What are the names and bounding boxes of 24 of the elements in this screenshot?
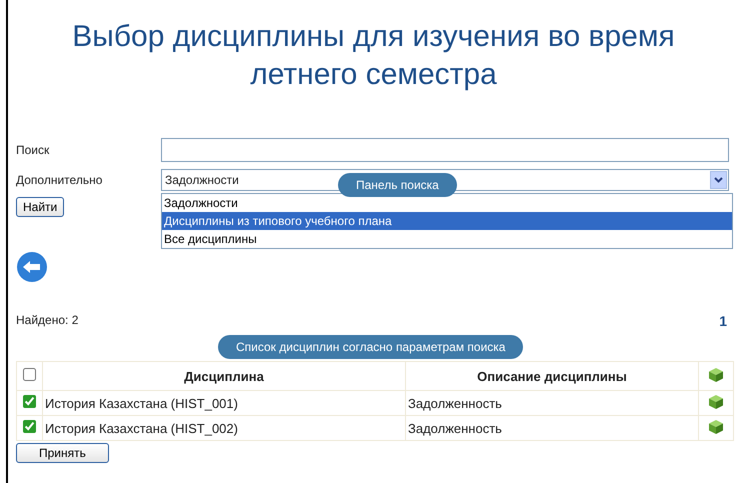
- search-field[interactable]: [161, 138, 729, 162]
- accept-button[interactable]: Принять: [16, 443, 109, 463]
- column-header: Описание дисциплины: [406, 362, 698, 390]
- field-label: Поиск: [16, 143, 50, 157]
- cube-icon: [708, 394, 724, 410]
- select-all-checkbox[interactable]: [23, 368, 36, 381]
- dropdown-option[interactable]: Дисциплины из типового учебного плана: [162, 212, 732, 230]
- callout-label: Панель поиска: [338, 173, 457, 197]
- found-count: Найдено: 2: [16, 313, 78, 329]
- table-cell: Задолженность: [406, 390, 698, 416]
- callout-label: Список дисциплин согласно параметрам поиска: [218, 335, 524, 359]
- table-cell: История Казахстана (HIST_002): [42, 416, 406, 440]
- table-cell: История Казахстана (HIST_001): [42, 390, 406, 416]
- chevron-down-icon: [714, 177, 723, 183]
- find-button[interactable]: Найти: [16, 197, 64, 217]
- cube-icon: [708, 418, 724, 434]
- column-header: Дисциплина: [42, 362, 406, 390]
- cube-icon: [708, 366, 724, 382]
- page-title: Выбор дисциплины для изучения во время летнего семестра: [71, 19, 676, 93]
- row-checkbox[interactable]: [23, 395, 36, 408]
- table-cell: Задолженность: [406, 416, 698, 440]
- field-label: Дополнительно: [16, 173, 104, 187]
- row-checkbox[interactable]: [23, 420, 36, 433]
- page-number-link[interactable]: 1: [719, 313, 727, 329]
